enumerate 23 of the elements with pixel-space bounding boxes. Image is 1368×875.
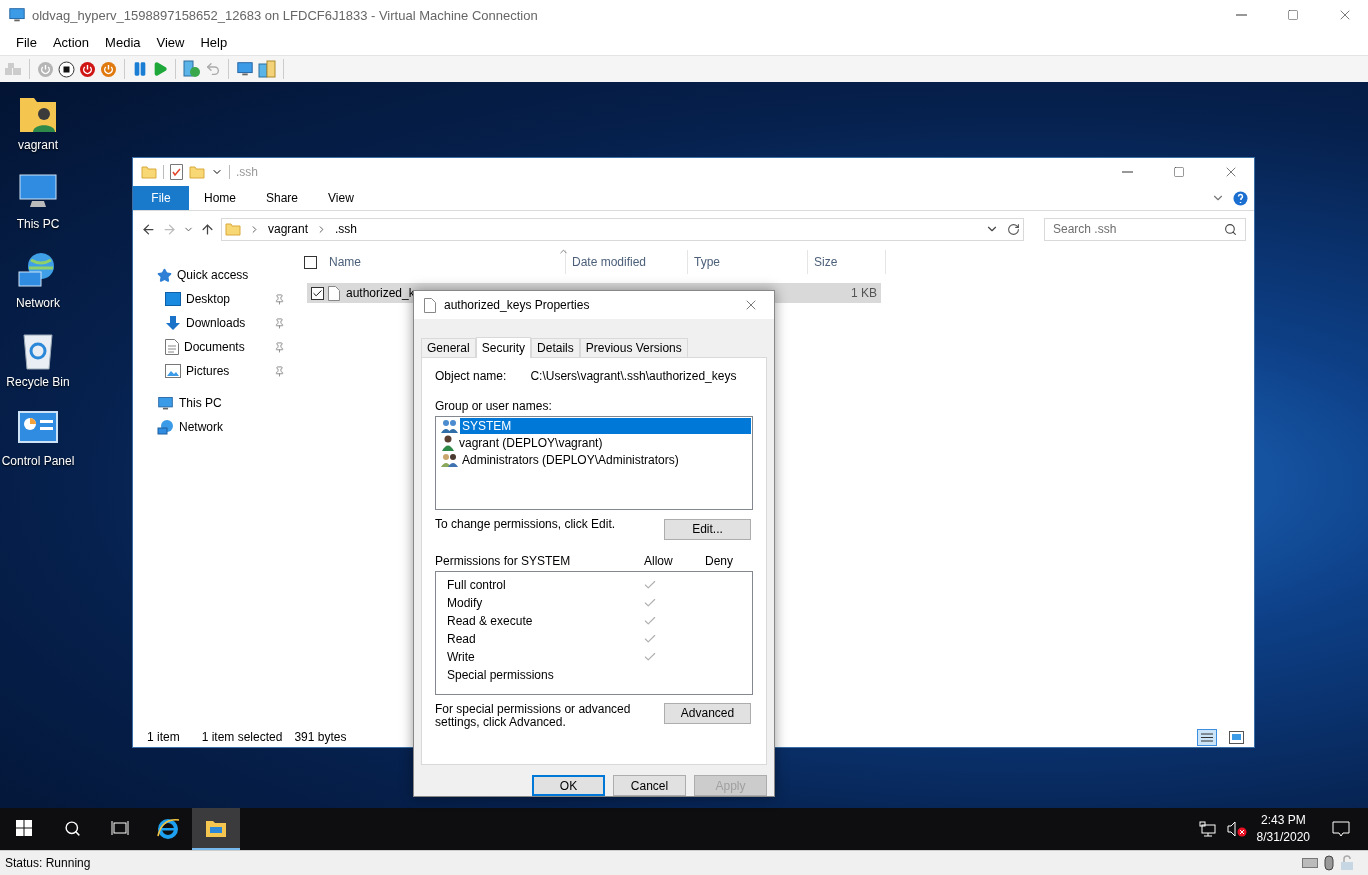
permission-name: Special permissions [447,667,555,682]
permission-name: Read [447,631,477,646]
file-size: 1 KB [851,286,878,300]
status-text: 391 bytes [294,730,347,744]
window-title: oldvag_hyperv_1598897158652_12683 on LFDCF6J1833 - Virtual Machine Connection [32,7,539,23]
permission-name: Modify [447,595,484,610]
permission-name: Write [447,649,476,664]
section-label: Group or user names: [435,398,553,413]
permission-name: Read & execute [447,613,534,628]
section-label: Permissions for SYSTEM [435,553,572,568]
status-text: 1 item [147,730,180,744]
column-label: Deny [705,553,733,568]
permission-name: Full control [447,577,507,592]
status-text: 1 item selected [201,730,283,744]
status-text: Status: Running [5,856,92,870]
object-name: C:\Users\vagrant\.ssh\authorized_keys [530,368,737,383]
column-label: Allow [644,553,674,568]
field-label: Object name: [435,368,507,383]
hint-text: For special permissions or advanced settings, click Advanced. [435,702,632,729]
file-name: authorized_k [346,286,415,300]
hint-text: To change permissions, click Edit. [435,516,616,531]
dialog-title: authorized_keys Properties [444,298,591,312]
window-title: .ssh [236,165,259,179]
